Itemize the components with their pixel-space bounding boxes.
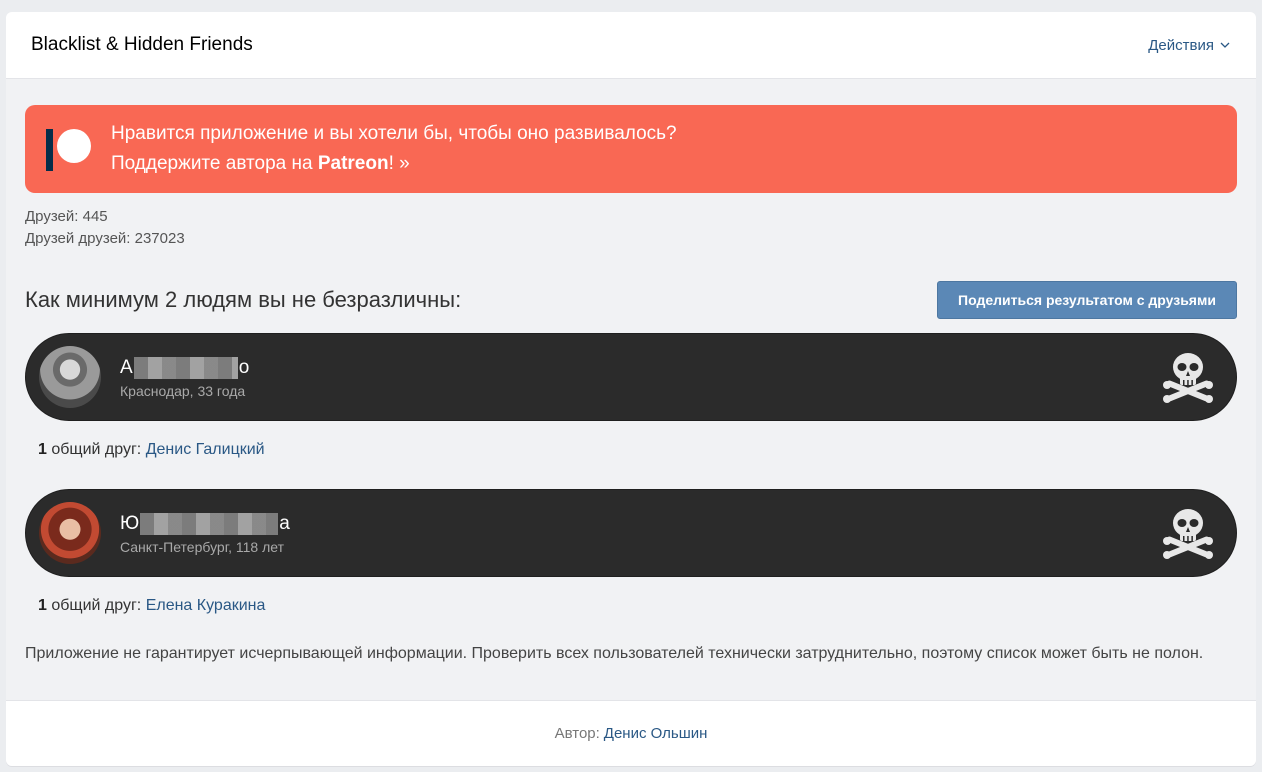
mutual-label: общий друг: [46,597,146,614]
mutual-label: общий друг: [46,441,146,458]
user-location-age: Краснодар, 33 года [120,383,246,399]
stats: Друзей: 445 Друзей друзей: 237023 [25,206,1237,250]
app-panel: Blacklist & Hidden Friends Действия Нрав… [6,12,1256,766]
skull-crossbones-icon [1163,509,1213,559]
author-label: Автор: [554,725,600,742]
actions-menu-button[interactable]: Действия [1148,37,1230,54]
main-content: Нравится приложение и вы хотели бы, чтоб… [6,105,1256,665]
footer: Автор: Денис Ольшин [6,700,1256,766]
share-results-button[interactable]: Поделиться результатом с друзьями [937,281,1237,319]
results-title: Как минимум 2 людям вы не безразличны: [25,287,462,312]
user-name-start: Ю [120,513,140,534]
user-name-start: А [120,357,133,378]
user-name[interactable]: Юа [120,511,290,537]
actions-label: Действия [1148,36,1214,54]
mutual-friends: 1 общий друг: Денис Галицкий [25,441,1237,463]
patreon-line2: Поддержите автора на Patreon! » [111,149,677,179]
app-title: Blacklist & Hidden Friends [31,34,253,55]
avatar[interactable] [39,502,101,564]
user-location-age: Санкт-Петербург, 118 лет [120,539,284,555]
friends-of-friends-count: Друзей друзей: 237023 [25,230,185,247]
mutual-count: 1 [38,441,47,458]
patreon-line2-prefix: Поддержите автора на [111,153,318,174]
user-name-end: а [279,513,290,534]
blurred-name [133,357,238,379]
mutual-count: 1 [38,597,47,614]
patreon-line1: Нравится приложение и вы хотели бы, чтоб… [111,123,677,144]
patreon-text: Нравится приложение и вы хотели бы, чтоб… [111,119,677,179]
patreon-logo-icon [46,125,94,173]
friends-count: Друзей: 445 [25,208,108,225]
disclaimer-text: Приложение не гарантирует исчерпывающей … [25,645,1204,662]
mutual-friend-link[interactable]: Денис Галицкий [146,441,265,458]
patreon-banner[interactable]: Нравится приложение и вы хотели бы, чтоб… [25,105,1237,193]
user-card[interactable]: Ао Краснодар, 33 года [25,333,1237,421]
user-info: Юа Санкт-Петербург, 118 лет [120,511,290,555]
chevron-down-icon [1220,42,1230,48]
mutual-friends: 1 общий друг: Елена Куракина [25,597,1237,619]
mutual-friend-link[interactable]: Елена Куракина [146,597,266,614]
patreon-line2-suffix: ! » [388,153,410,174]
blurred-name [140,513,279,535]
author-link[interactable]: Денис Ольшин [604,725,708,742]
app-header: Blacklist & Hidden Friends Действия [6,12,1256,79]
results-header: Как минимум 2 людям вы не безразличны: П… [25,281,1237,319]
user-info: Ао Краснодар, 33 года [120,355,249,399]
user-name-end: о [238,357,250,378]
avatar[interactable] [39,346,101,408]
patreon-brand: Patreon [317,153,389,174]
skull-crossbones-icon [1163,353,1213,403]
user-card[interactable]: Юа Санкт-Петербург, 118 лет [25,489,1237,577]
user-name[interactable]: Ао [120,355,249,381]
